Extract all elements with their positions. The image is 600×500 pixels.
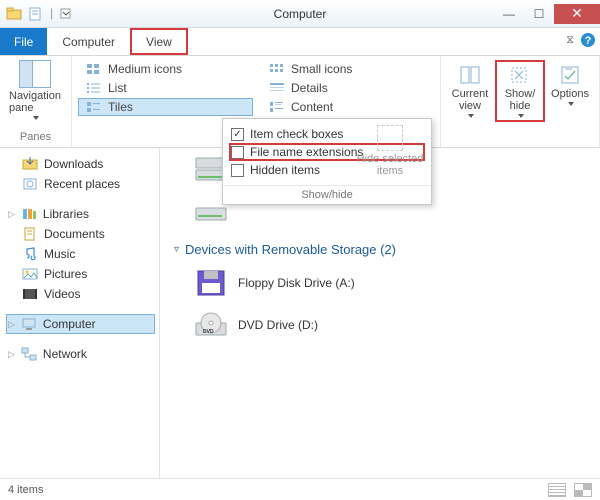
checkbox-empty-icon bbox=[231, 146, 244, 159]
dvd-icon: DVD bbox=[194, 311, 228, 339]
removable-storage-section[interactable]: ▿ Devices with Removable Storage (2) bbox=[170, 236, 590, 265]
window-title: Computer bbox=[274, 7, 327, 21]
maximize-button[interactable]: ☐ bbox=[524, 4, 554, 24]
hide-selected-icon bbox=[377, 125, 403, 151]
current-view-button[interactable]: Current view bbox=[445, 60, 495, 122]
navigation-pane-button[interactable]: Navigation pane bbox=[6, 60, 64, 120]
layout-medium-icons[interactable]: Medium icons bbox=[78, 60, 253, 78]
tab-file[interactable]: File bbox=[0, 28, 47, 55]
qat-separator: | bbox=[50, 6, 53, 22]
checkbox-empty-icon bbox=[231, 164, 244, 177]
current-view-icon bbox=[458, 64, 482, 86]
show-hide-icon bbox=[508, 64, 532, 86]
ribbon-tabs: File Computer View ⧖ ? bbox=[0, 28, 600, 56]
layout-content[interactable]: Content bbox=[261, 98, 434, 116]
layout-small-icons[interactable]: Small icons bbox=[261, 60, 434, 78]
tree-pictures[interactable]: Pictures bbox=[20, 264, 155, 284]
folder-icon bbox=[6, 6, 22, 22]
dvd-drive-item[interactable]: DVD DVD Drive (D:) bbox=[170, 307, 590, 349]
layout-details[interactable]: Details bbox=[261, 79, 434, 97]
options-button[interactable]: Options bbox=[545, 60, 595, 122]
layout-list[interactable]: List bbox=[78, 79, 253, 97]
navigation-tree: Downloads Recent places ▷Libraries Docum… bbox=[0, 148, 160, 478]
close-button[interactable]: ✕ bbox=[554, 4, 600, 24]
tree-computer[interactable]: ▷Computer bbox=[6, 314, 155, 334]
tab-computer[interactable]: Computer bbox=[47, 28, 130, 55]
details-view-button[interactable] bbox=[548, 483, 566, 497]
minimize-button[interactable]: — bbox=[494, 4, 524, 24]
checkbox-checked-icon: ✓ bbox=[231, 128, 244, 141]
svg-text:DVD: DVD bbox=[203, 329, 214, 335]
floppy-icon bbox=[194, 269, 228, 297]
dropdown-footer: Show/hide bbox=[223, 185, 431, 204]
tab-view[interactable]: View bbox=[130, 28, 188, 55]
show-hide-button[interactable]: Show/ hide bbox=[495, 60, 545, 122]
title-bar: | Computer — ☐ ✕ bbox=[0, 0, 600, 28]
layout-tiles[interactable]: Tiles bbox=[78, 98, 253, 116]
tree-documents[interactable]: Documents bbox=[20, 224, 155, 244]
tree-recent-places[interactable]: Recent places bbox=[20, 174, 155, 194]
tree-videos[interactable]: Videos bbox=[20, 284, 155, 304]
chevron-down-icon: ▿ bbox=[174, 244, 179, 255]
tree-music[interactable]: Music bbox=[20, 244, 155, 264]
minimize-ribbon-icon[interactable]: ⧖ bbox=[566, 34, 574, 47]
tree-libraries[interactable]: ▷Libraries bbox=[6, 204, 155, 224]
help-icon[interactable]: ? bbox=[580, 32, 596, 48]
qat-dropdown-icon[interactable] bbox=[59, 6, 75, 22]
tree-downloads[interactable]: Downloads bbox=[20, 154, 155, 174]
tiles-view-button[interactable] bbox=[574, 483, 592, 497]
group-panes-label: Panes bbox=[6, 129, 65, 143]
tree-network[interactable]: ▷Network bbox=[6, 344, 155, 364]
show-hide-dropdown: ✓ Item check boxes File name extensions … bbox=[222, 118, 432, 205]
hide-selected-items-button: Hide selected items bbox=[355, 125, 425, 177]
floppy-drive-item[interactable]: Floppy Disk Drive (A:) bbox=[170, 265, 590, 307]
item-count: 4 items bbox=[8, 484, 43, 496]
status-bar: 4 items bbox=[0, 478, 600, 500]
navigation-pane-icon bbox=[19, 60, 51, 88]
options-icon bbox=[558, 64, 582, 86]
svg-text:?: ? bbox=[585, 35, 592, 47]
layout-gallery: Medium icons Small icons List Details Ti… bbox=[78, 60, 434, 116]
properties-icon[interactable] bbox=[28, 6, 44, 22]
